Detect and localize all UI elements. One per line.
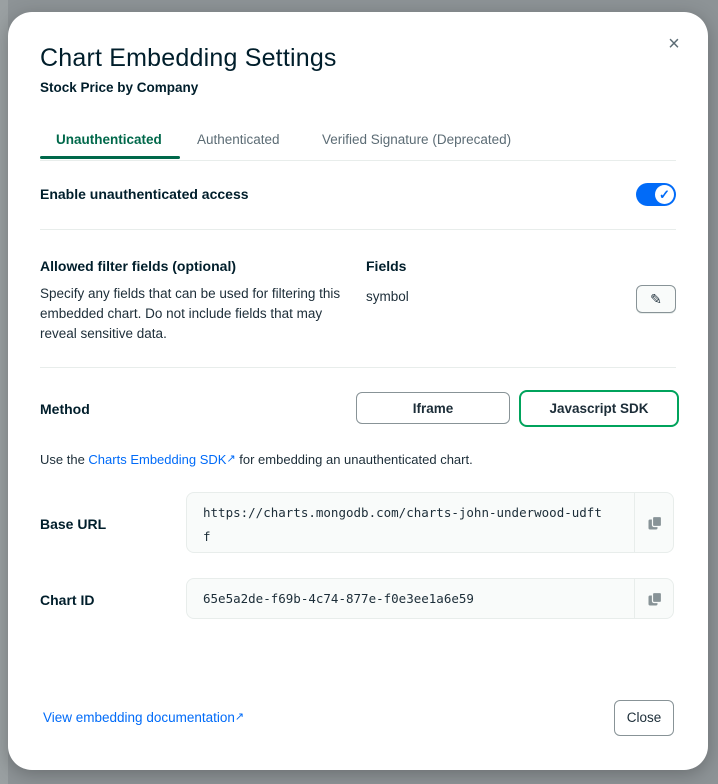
- check-icon: ✓: [655, 185, 674, 204]
- chart-id-box: 65e5a2de-f69b-4c74-877e-f0e3ee1a6e59: [186, 578, 674, 619]
- close-button[interactable]: Close: [614, 700, 674, 736]
- unauthenticated-access-toggle[interactable]: ✓: [636, 183, 676, 206]
- method-label: Method: [40, 401, 90, 417]
- unauthenticated-access-label: Enable unauthenticated access: [40, 186, 249, 202]
- divider: [40, 229, 676, 230]
- copy-icon: [648, 591, 663, 605]
- charts-embedding-sdk-link[interactable]: Charts Embedding SDK↗: [88, 452, 235, 467]
- base-url-label: Base URL: [40, 516, 107, 532]
- charts-embedding-sdk-link-text: Charts Embedding SDK: [88, 452, 227, 467]
- tab-bar: Unauthenticated Authenticated Verified S…: [40, 130, 676, 161]
- filter-fields-heading: Allowed filter fields (optional): [40, 258, 236, 274]
- embedding-documentation-link[interactable]: View embedding documentation↗: [43, 710, 244, 725]
- method-iframe-button[interactable]: Iframe: [356, 392, 510, 424]
- external-link-icon: ↗: [226, 453, 236, 465]
- sdk-note: Use the Charts Embedding SDK↗ for embedd…: [40, 452, 473, 467]
- tab-unauthenticated[interactable]: Unauthenticated: [56, 132, 162, 147]
- fields-heading: Fields: [366, 258, 407, 274]
- base-url-box: https://charts.mongodb.com/charts-john-u…: [186, 492, 674, 553]
- embedding-settings-modal: × Chart Embedding Settings Stock Price b…: [8, 12, 708, 770]
- chart-id-value: 65e5a2de-f69b-4c74-877e-f0e3ee1a6e59: [203, 591, 474, 606]
- active-tab-indicator: [40, 156, 180, 159]
- sdk-note-prefix: Use the: [40, 452, 89, 467]
- fields-value: symbol: [366, 289, 409, 304]
- pencil-icon: ✎: [650, 291, 662, 307]
- chart-id-label: Chart ID: [40, 592, 95, 608]
- close-icon[interactable]: ×: [664, 34, 684, 54]
- method-javascript-sdk-button[interactable]: Javascript SDK: [519, 390, 679, 427]
- edit-fields-button[interactable]: ✎: [636, 285, 676, 313]
- divider: [40, 367, 676, 368]
- copy-chart-id-button[interactable]: [634, 579, 673, 618]
- sdk-note-suffix: for embedding an unauthenticated chart.: [235, 452, 473, 467]
- copy-icon: [648, 515, 663, 529]
- modal-title: Chart Embedding Settings: [40, 44, 337, 72]
- external-link-icon: ↗: [234, 711, 245, 723]
- background-panel-left: [0, 0, 8, 784]
- filter-fields-description: Specify any fields that can be used for …: [40, 286, 341, 341]
- tab-authenticated[interactable]: Authenticated: [197, 132, 280, 147]
- base-url-value: https://charts.mongodb.com/charts-john-u…: [203, 505, 602, 544]
- copy-base-url-button[interactable]: [634, 493, 673, 552]
- embedding-documentation-link-text: View embedding documentation: [43, 710, 235, 725]
- modal-subtitle: Stock Price by Company: [40, 80, 199, 95]
- tab-verified-signature[interactable]: Verified Signature (Deprecated): [322, 132, 511, 147]
